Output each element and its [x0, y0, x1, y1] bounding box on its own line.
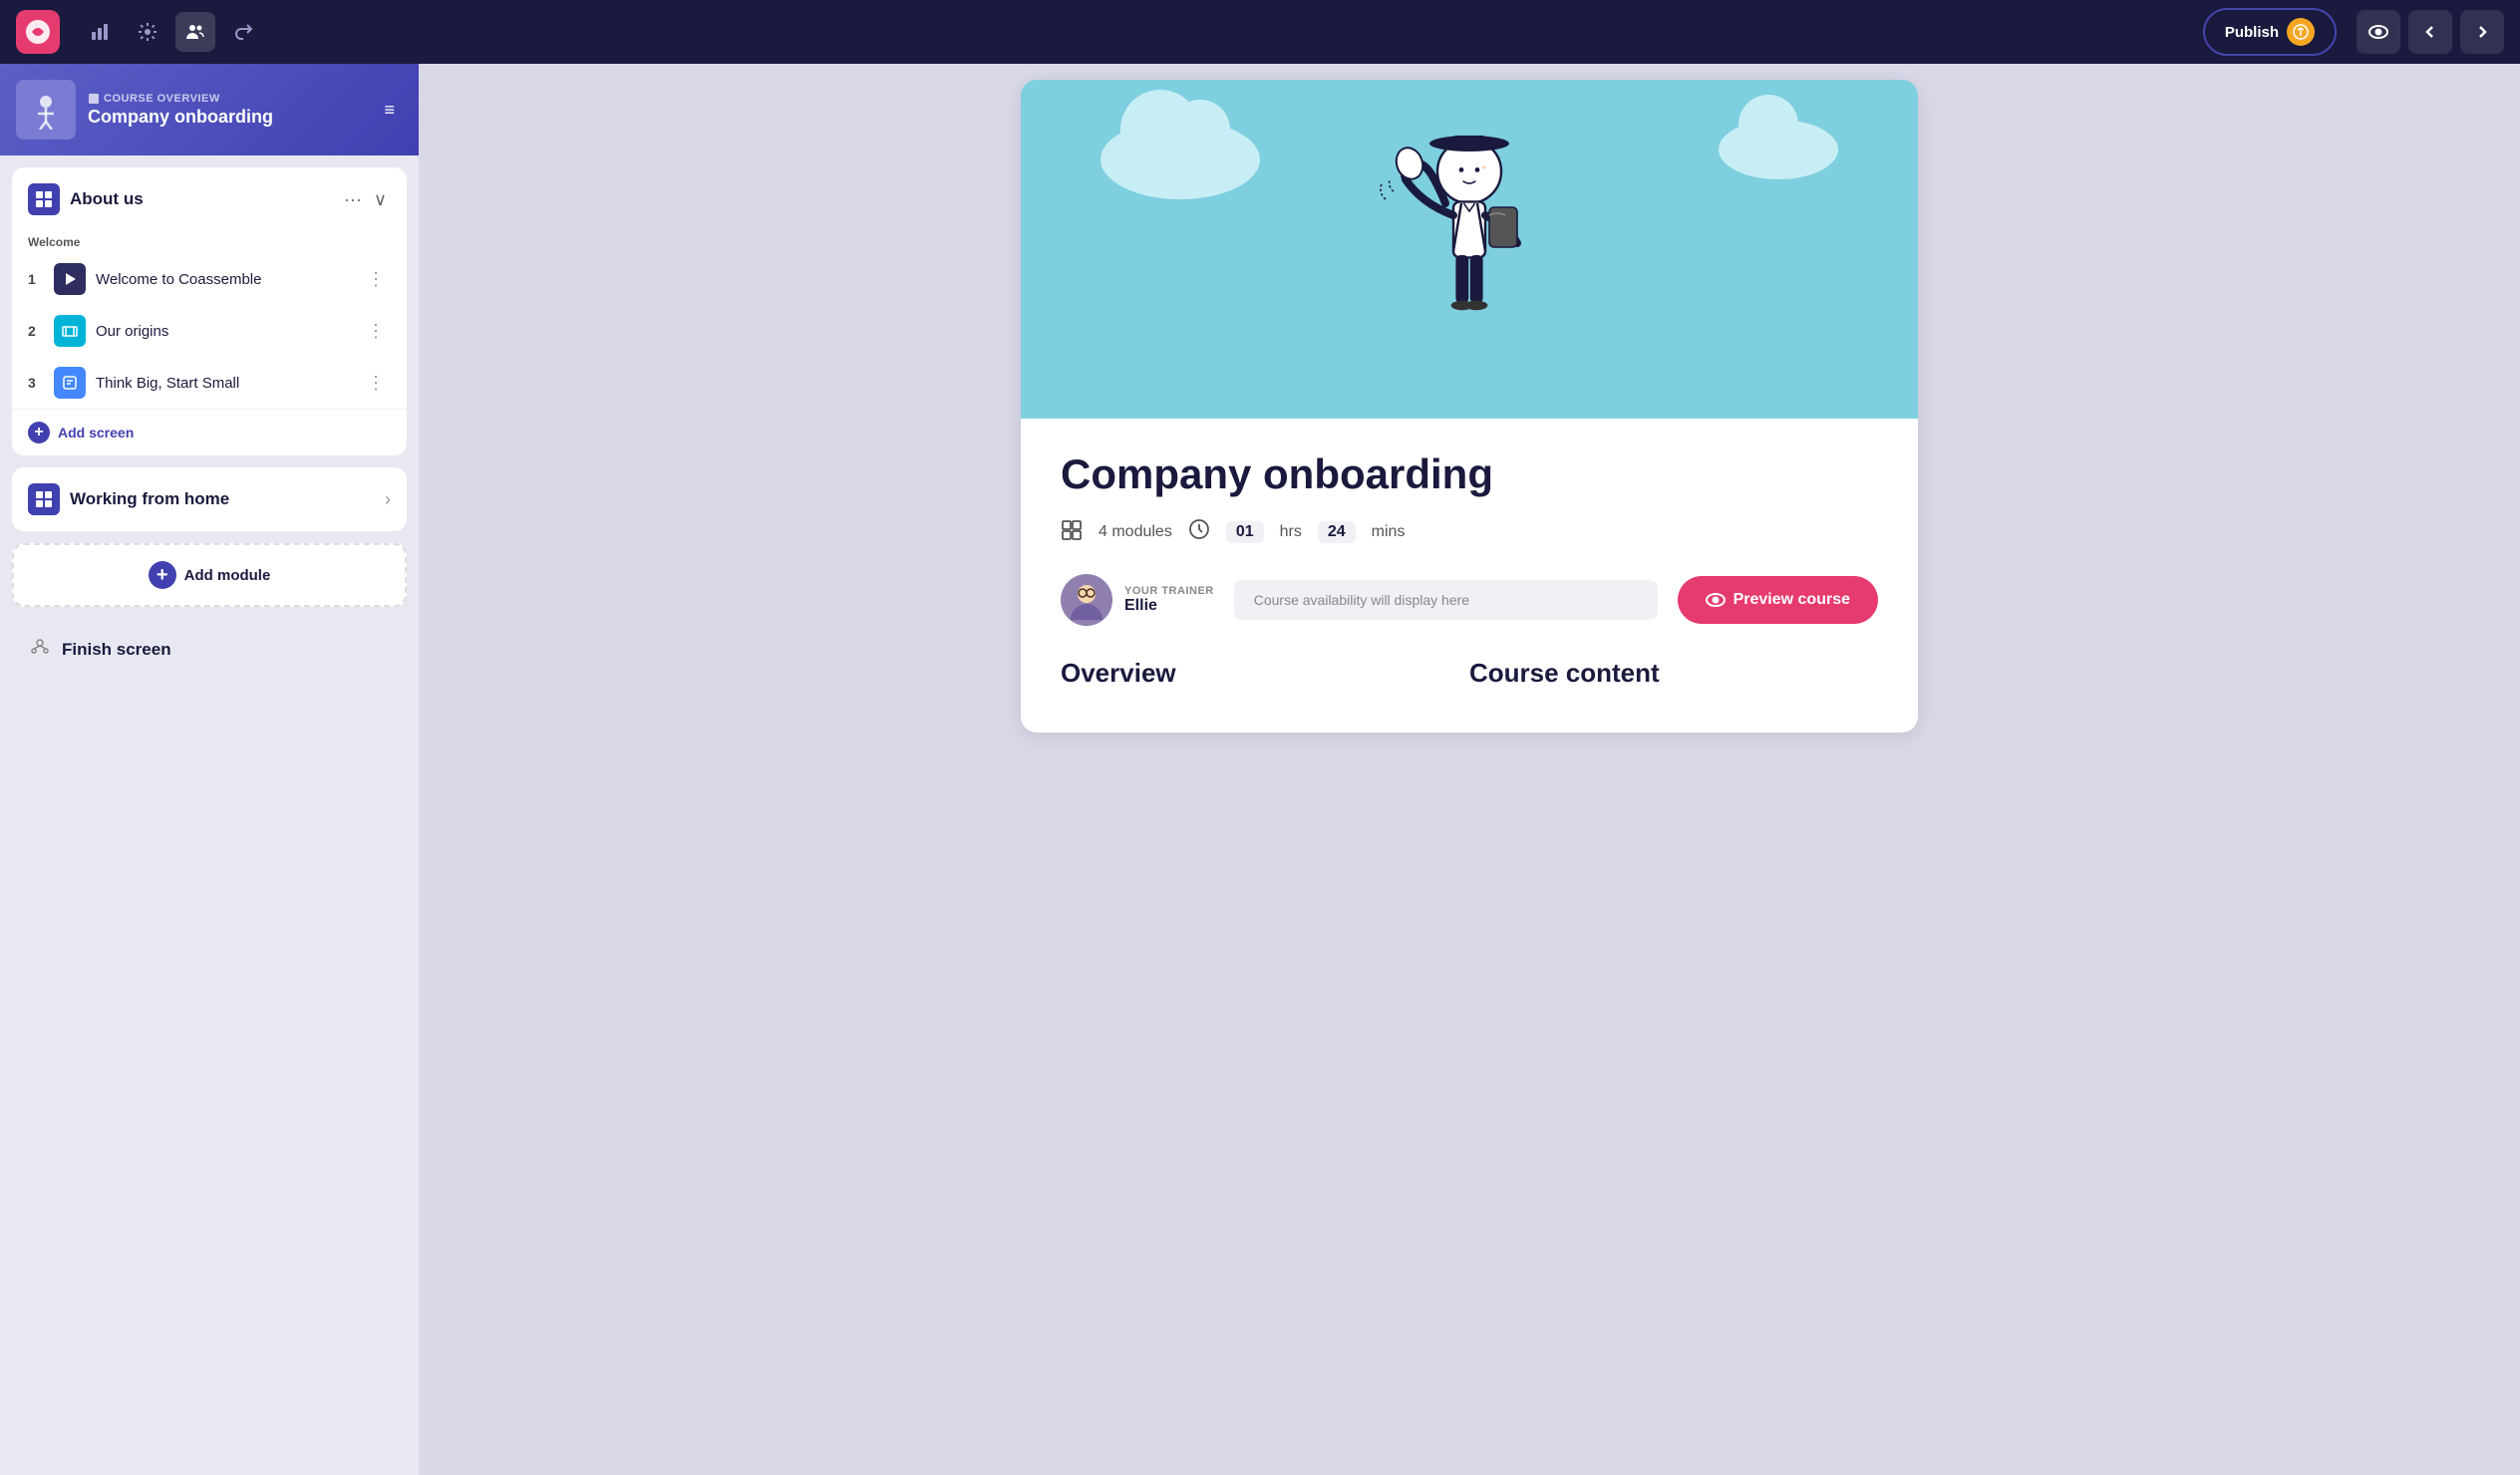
nav-icons	[80, 12, 263, 52]
duration-mins: 24	[1318, 521, 1356, 543]
screen-item-2[interactable]: 2 Our origins ⋮	[12, 305, 407, 357]
course-menu-button[interactable]: ≡	[376, 96, 403, 125]
add-module-label: Add module	[184, 567, 271, 584]
add-screen-label: Add screen	[58, 425, 134, 441]
preview-course-label: Preview course	[1733, 591, 1850, 609]
screen-item-3[interactable]: 3 Think Big, Start Small ⋮	[12, 357, 407, 409]
module-about-us-title: About us	[70, 189, 330, 209]
trainer-avatar	[1061, 574, 1112, 626]
cloud-right	[1719, 120, 1838, 179]
character-illustration	[1350, 100, 1589, 419]
trainer-section: YOUR TRAINER Ellie	[1061, 574, 1214, 626]
trainer-name: Ellie	[1124, 597, 1214, 615]
course-overview-label: COURSE OVERVIEW	[88, 93, 364, 105]
forward-button[interactable]	[2460, 10, 2504, 54]
module-about-us-header: About us ··· ∨	[12, 167, 407, 227]
finish-screen-section[interactable]: Finish screen	[12, 619, 407, 681]
screen-icon-2	[54, 315, 86, 347]
settings-button[interactable]	[128, 12, 167, 52]
team-button[interactable]	[175, 12, 215, 52]
preview-button[interactable]	[2357, 10, 2400, 54]
main-layout: COURSE OVERVIEW Company onboarding ≡ Abo…	[0, 64, 2520, 1475]
analytics-button[interactable]	[80, 12, 120, 52]
course-meta: 4 modules 01 hrs 24 mins	[1061, 518, 1878, 546]
preview-card: Company onboarding 4 modules	[1021, 80, 1918, 733]
add-screen-icon: +	[28, 422, 50, 443]
module-about-us-collapse-button[interactable]: ∨	[370, 185, 391, 214]
content-area: Company onboarding 4 modules	[419, 64, 2520, 1475]
screen-num-2: 2	[28, 323, 44, 339]
hero-section	[1021, 80, 1918, 419]
publish-button[interactable]: Publish	[2203, 8, 2337, 56]
bottom-section: Overview Course content	[1021, 658, 1918, 733]
screen-name-3: Think Big, Start Small	[96, 375, 351, 392]
add-screen-button[interactable]: + Add screen	[12, 409, 407, 455]
screen-name-2: Our origins	[96, 323, 351, 340]
course-actions: YOUR TRAINER Ellie Course availability w…	[1061, 574, 1878, 626]
trainer-label: YOUR TRAINER	[1124, 585, 1214, 597]
module-about-us: About us ··· ∨ Welcome 1 Welcome to Coas…	[12, 167, 407, 455]
course-info-section: Company onboarding 4 modules	[1021, 419, 1918, 658]
share-button[interactable]	[223, 12, 263, 52]
module-working-from-home[interactable]: Working from home ›	[12, 467, 407, 531]
cloud-left	[1101, 120, 1260, 199]
screen-2-more-button[interactable]: ⋮	[361, 319, 391, 344]
duration-hrs-label: hrs	[1280, 523, 1302, 541]
screen-icon-3	[54, 367, 86, 399]
logo-button[interactable]	[16, 10, 60, 54]
top-nav: Publish	[0, 0, 2520, 64]
finish-screen-label: Finish screen	[62, 640, 171, 660]
course-thumbnail	[16, 80, 76, 140]
course-title: Company onboarding	[88, 107, 364, 128]
modules-icon	[1061, 518, 1083, 546]
finish-screen-icon	[28, 635, 52, 665]
course-content-title: Course content	[1469, 658, 1878, 689]
sidebar: COURSE OVERVIEW Company onboarding ≡ Abo…	[0, 64, 419, 1475]
back-button[interactable]	[2408, 10, 2452, 54]
screen-icon-1	[54, 263, 86, 295]
duration-mins-label: mins	[1372, 523, 1406, 541]
module-about-us-more-button[interactable]: ···	[340, 185, 366, 214]
content-column: Course content	[1469, 658, 1878, 701]
add-module-icon: +	[149, 561, 176, 589]
duration-hrs: 01	[1226, 521, 1264, 543]
clock-icon	[1188, 518, 1210, 546]
course-header[interactable]: COURSE OVERVIEW Company onboarding ≡	[0, 64, 419, 155]
publish-label: Publish	[2225, 24, 2279, 41]
screen-1-more-button[interactable]: ⋮	[361, 267, 391, 292]
screen-name-1: Welcome to Coassemble	[96, 271, 351, 288]
module-about-us-icon	[28, 183, 60, 215]
welcome-section-label: Welcome	[12, 227, 407, 253]
trainer-info: YOUR TRAINER Ellie	[1124, 585, 1214, 615]
screen-item-1[interactable]: 1 Welcome to Coassemble ⋮	[12, 253, 407, 305]
add-module-button[interactable]: + Add module	[12, 543, 407, 607]
overview-column: Overview	[1061, 658, 1469, 701]
preview-course-button[interactable]: Preview course	[1678, 576, 1878, 624]
modules-count: 4 modules	[1099, 523, 1172, 541]
chevron-right-icon: ›	[385, 489, 391, 510]
publish-coin-icon	[2287, 18, 2315, 46]
overview-title: Overview	[1061, 658, 1469, 689]
screen-3-more-button[interactable]: ⋮	[361, 371, 391, 396]
course-main-title: Company onboarding	[1061, 450, 1878, 498]
screen-num-3: 3	[28, 375, 44, 391]
module-working-from-home-title: Working from home	[70, 489, 375, 509]
availability-box: Course availability will display here	[1234, 580, 1658, 620]
screen-num-1: 1	[28, 271, 44, 287]
module-about-us-actions: ··· ∨	[340, 185, 391, 214]
course-info: COURSE OVERVIEW Company onboarding	[88, 93, 364, 128]
module-working-icon	[28, 483, 60, 515]
nav-right-icons	[2357, 10, 2504, 54]
